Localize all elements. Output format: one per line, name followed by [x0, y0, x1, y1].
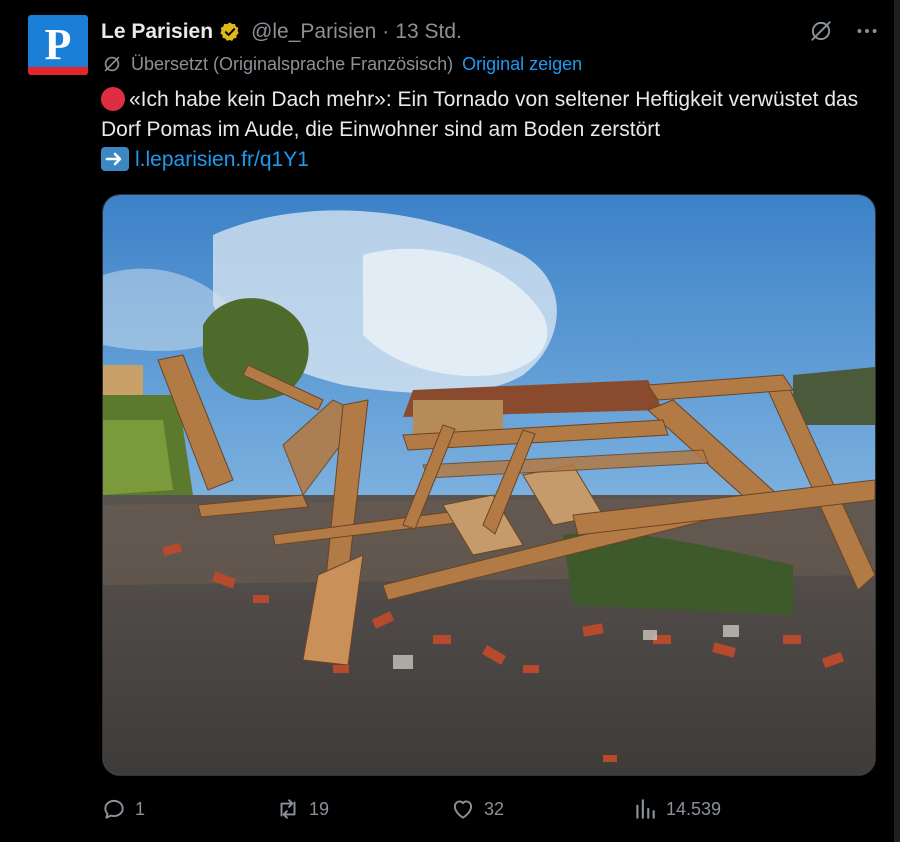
- grok-icon[interactable]: [808, 18, 834, 44]
- reply-button[interactable]: 1: [101, 796, 271, 822]
- header-separator: ·: [382, 20, 390, 43]
- tweet-photo[interactable]: [102, 194, 876, 776]
- repost-icon: [280, 799, 296, 819]
- reply-icon: [104, 799, 124, 819]
- tweet-text: «Ich habe kein Dach mehr»: Ein Tornado v…: [101, 85, 881, 175]
- tweet-header: Le Parisien @le_Parisien · 13 Std.: [101, 17, 462, 47]
- tweet-text-body: «Ich habe kein Dach mehr»: Ein Tornado v…: [101, 88, 859, 141]
- avatar[interactable]: P: [28, 15, 88, 75]
- translated-label: Übersetzt (Originalsprache Französisch): [131, 53, 454, 74]
- views-count: 14.539: [666, 798, 722, 819]
- top-actions: [808, 18, 880, 44]
- avatar-letter: P: [44, 20, 72, 69]
- like-button[interactable]: 32: [450, 796, 620, 822]
- author-handle[interactable]: @le_Parisien: [251, 20, 376, 44]
- right-arrow-icon: [101, 147, 129, 171]
- red-circle-icon: [101, 87, 125, 111]
- verified-badge-icon[interactable]: [219, 21, 241, 43]
- tornado-damage-photo: [103, 195, 875, 775]
- like-count: 32: [484, 798, 505, 819]
- show-original-link[interactable]: Original zeigen: [462, 54, 582, 75]
- repost-button[interactable]: 19: [275, 796, 450, 822]
- more-icon[interactable]: [854, 18, 880, 44]
- author-name[interactable]: Le Parisien: [101, 20, 213, 44]
- article-link[interactable]: l.leparisien.fr/q1Y1: [135, 148, 309, 171]
- action-bar: 1 19 32 14.539: [101, 792, 878, 826]
- repost-count: 19: [309, 798, 330, 819]
- post-time[interactable]: 13 Std.: [395, 20, 462, 44]
- avatar-stripe: [28, 67, 88, 75]
- views-icon: [636, 799, 655, 819]
- like-icon: [453, 800, 473, 819]
- reply-count: 1: [135, 798, 146, 819]
- views-button[interactable]: 14.539: [632, 796, 772, 822]
- translation-notice: Übersetzt (Originalsprache Französisch) …: [101, 53, 582, 75]
- translate-icon: [104, 56, 120, 72]
- window-edge: [894, 0, 900, 842]
